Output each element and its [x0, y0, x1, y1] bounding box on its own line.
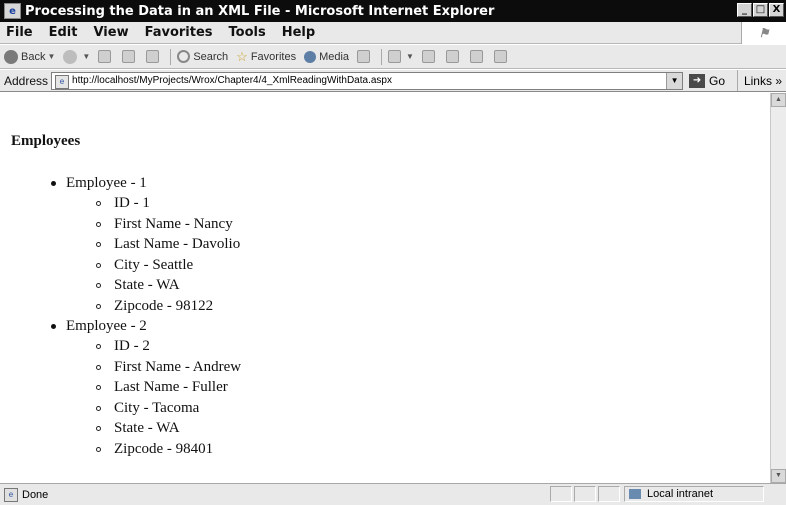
history-button[interactable] [357, 50, 373, 63]
field-list: ID - 1 First Name - Nancy Last Name - Da… [66, 193, 241, 316]
list-item: City - Tacoma [66, 398, 241, 419]
status-text: Done [22, 488, 49, 501]
print-button[interactable] [421, 50, 438, 63]
toolbar-separator [170, 48, 172, 65]
maximize-button[interactable]: □ [753, 3, 768, 17]
status-pane [598, 486, 620, 502]
history-icon [357, 50, 371, 63]
chevron-down-icon[interactable]: ▼ [47, 52, 55, 61]
list-item: ID - 2 [66, 336, 241, 357]
refresh-button[interactable] [122, 50, 138, 63]
menu-bar: File Edit View Favorites Tools Help ⚑ [0, 22, 786, 44]
forward-arrow-icon [63, 49, 78, 64]
zone-label: Local intranet [647, 488, 714, 500]
mail-button[interactable]: ▼ [388, 50, 414, 63]
status-bar: e Done Local intranet [0, 483, 786, 505]
status-pane [574, 486, 596, 502]
menu-file[interactable]: File [0, 25, 41, 40]
stop-button[interactable] [98, 50, 114, 63]
search-label: Search [193, 50, 229, 63]
list-item: Employee - 2 ID - 2 First Name - Andrew … [0, 316, 241, 459]
menu-tools[interactable]: Tools [221, 25, 274, 40]
search-icon [177, 50, 191, 63]
vertical-scrollbar[interactable]: ▲ ▼ [770, 93, 786, 483]
windows-logo-icon: ⚑ [741, 22, 786, 44]
links-toolbar[interactable]: Links » [736, 70, 786, 91]
favorites-label: Favorites [250, 50, 297, 63]
menu-view[interactable]: View [85, 25, 136, 40]
ie-app-icon[interactable]: e [4, 3, 21, 19]
status-panes [550, 486, 622, 502]
home-icon [146, 50, 160, 63]
page-content: Employees Employee - 1 ID - 1 First Name… [0, 93, 770, 483]
list-item: Zipcode - 98122 [66, 296, 241, 317]
employee-label: Employee - 2 [66, 318, 147, 334]
edit-button[interactable] [445, 50, 462, 63]
home-button[interactable] [146, 50, 162, 63]
list-item: First Name - Andrew [66, 357, 241, 378]
list-item: City - Seattle [66, 255, 241, 276]
back-arrow-icon [4, 49, 18, 64]
links-label: Links » [743, 73, 782, 88]
list-item: Last Name - Fuller [66, 377, 241, 398]
media-icon [304, 50, 317, 63]
go-label: Go [709, 73, 726, 88]
scroll-down-icon[interactable]: ▼ [771, 469, 786, 483]
chevron-down-icon[interactable]: ▼ [82, 52, 90, 61]
menu-help[interactable]: Help [274, 25, 323, 40]
go-arrow-icon: ➜ [689, 73, 706, 88]
messenger-icon [493, 50, 507, 63]
toolbar-separator [381, 48, 383, 65]
search-button[interactable]: Search [177, 50, 228, 63]
chevron-down-icon[interactable]: ▼ [666, 72, 683, 89]
discuss-icon [469, 50, 483, 63]
media-button[interactable]: Media [304, 50, 350, 63]
back-label: Back [21, 50, 46, 63]
star-icon: ☆ [236, 48, 248, 64]
employee-list: Employee - 1 ID - 1 First Name - Nancy L… [0, 173, 241, 459]
title-bar: e Processing the Data in an XML File - M… [0, 0, 786, 22]
window-controls: _ □ X [737, 3, 784, 17]
page-heading: Employees [11, 133, 81, 149]
intranet-icon [629, 489, 641, 499]
edit-icon [445, 50, 459, 63]
window-title: Processing the Data in an XML File - Mic… [25, 3, 495, 19]
chevron-down-icon[interactable]: ▼ [406, 52, 414, 61]
mail-icon [388, 50, 402, 63]
favorites-button[interactable]: ☆ Favorites [236, 49, 296, 65]
refresh-icon [122, 50, 136, 63]
address-bar: Address e http://localhost/MyProjects/Wr… [0, 70, 786, 92]
address-url: http://localhost/MyProjects/Wrox/Chapter… [72, 75, 392, 86]
address-label: Address [4, 73, 49, 88]
print-icon [421, 50, 435, 63]
forward-button[interactable]: ▼ [63, 49, 90, 64]
go-button[interactable]: ➜ Go [689, 73, 726, 88]
security-zone[interactable]: Local intranet [624, 486, 764, 502]
list-item: ID - 1 [66, 193, 241, 214]
list-item: State - WA [66, 275, 241, 296]
list-item: Zipcode - 98401 [66, 439, 241, 460]
minimize-button[interactable]: _ [737, 3, 752, 17]
stop-icon [98, 50, 112, 63]
address-input[interactable]: e http://localhost/MyProjects/Wrox/Chapt… [51, 71, 684, 90]
menu-favorites[interactable]: Favorites [137, 25, 221, 40]
standard-toolbar: Back ▼ ▼ Search ☆ Favorites Media ▼ [0, 45, 786, 69]
list-item: Employee - 1 ID - 1 First Name - Nancy L… [0, 173, 241, 316]
media-label: Media [319, 50, 350, 63]
status-pane [550, 486, 572, 502]
field-list: ID - 2 First Name - Andrew Last Name - F… [66, 336, 241, 459]
menu-edit[interactable]: Edit [41, 25, 86, 40]
list-item: First Name - Nancy [66, 214, 241, 235]
back-button[interactable]: Back ▼ [4, 49, 55, 64]
close-button[interactable]: X [769, 3, 784, 17]
employee-label: Employee - 1 [66, 175, 147, 191]
scroll-up-icon[interactable]: ▲ [771, 93, 786, 107]
list-item: Last Name - Davolio [66, 234, 241, 255]
messenger-button[interactable] [493, 50, 510, 63]
page-done-icon: e [4, 487, 18, 502]
list-item: State - WA [66, 418, 241, 439]
discuss-button[interactable] [469, 50, 486, 63]
page-icon: e [55, 74, 70, 89]
